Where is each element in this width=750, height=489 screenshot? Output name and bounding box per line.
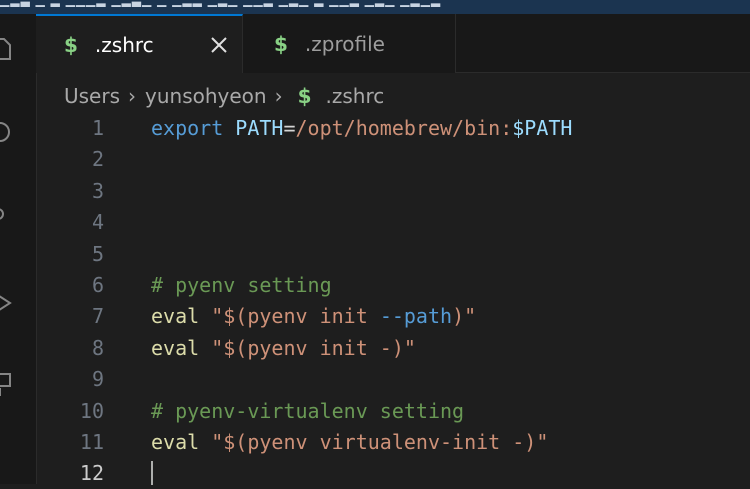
code-text: export PATH=/opt/homebrew/bin:$PATH bbox=[151, 113, 572, 144]
code-line[interactable]: 3 bbox=[36, 176, 750, 207]
breadcrumb-item-user[interactable]: yunsohyeon bbox=[145, 84, 267, 108]
code-line[interactable]: 1 export PATH=/opt/homebrew/bin:$PATH bbox=[36, 113, 750, 144]
code-token-string: -)" bbox=[500, 430, 549, 454]
tab-zshrc[interactable]: $ .zshrc bbox=[36, 14, 243, 73]
code-token-string: -)" bbox=[367, 335, 416, 360]
line-number: 6 bbox=[91, 273, 104, 297]
explorer-icon[interactable] bbox=[0, 36, 14, 62]
source-control-icon[interactable] bbox=[0, 206, 14, 232]
code-text: eval "$(pyenv init --path)" bbox=[151, 301, 476, 332]
code-text: # pyenv-virtualenv setting bbox=[151, 396, 464, 427]
shell-file-icon: $ bbox=[274, 31, 288, 56]
close-icon[interactable] bbox=[210, 36, 228, 54]
code-token-keyword: export bbox=[151, 116, 224, 140]
shell-file-icon: $ bbox=[297, 84, 312, 108]
code-line[interactable]: 9 bbox=[36, 364, 750, 395]
line-number: 2 bbox=[91, 147, 104, 172]
code-line[interactable]: 8 eval "$(pyenv init -)" bbox=[36, 333, 750, 364]
code-line[interactable]: 7 eval "$(pyenv init --path)" bbox=[36, 301, 750, 332]
code-token-string: virtualenv-init bbox=[319, 430, 501, 454]
line-number: 12 bbox=[79, 461, 104, 486]
code-token-string: init bbox=[319, 335, 368, 360]
shell-file-icon: $ bbox=[64, 32, 78, 57]
code-line[interactable]: 10 # pyenv-virtualenv setting bbox=[36, 396, 750, 427]
code-token-command: eval bbox=[151, 335, 200, 360]
code-token-variable: PATH bbox=[235, 116, 284, 140]
tab-zprofile[interactable]: $ .zprofile bbox=[243, 14, 456, 73]
window-top-strip: ▁▂▃ ▁ ▂ ▁▁▁▂ ▁▂▃▁ ▁ ▁▂▂ ▁▂▁ ▁▁▂ ▁▂▁ ▂ ▁▁… bbox=[0, 0, 750, 14]
code-editor[interactable]: 1 export PATH=/opt/homebrew/bin:$PATH 2 3 4 5… bbox=[36, 113, 750, 486]
code-token-string: init bbox=[319, 304, 368, 329]
tab-bar-divider bbox=[456, 72, 750, 73]
code-line[interactable]: 6 # pyenv setting bbox=[36, 270, 750, 301]
code-line[interactable]: 4 bbox=[36, 207, 750, 238]
tab-label: .zprofile bbox=[304, 31, 385, 56]
code-token-variable: $PATH bbox=[512, 116, 573, 140]
code-token-comment: # pyenv-virtualenv setting bbox=[151, 398, 465, 423]
text-cursor bbox=[151, 461, 153, 486]
code-token-comment: # pyenv setting bbox=[151, 273, 332, 297]
activity-bar bbox=[0, 14, 37, 484]
code-token-string: /opt/homebrew/bin: bbox=[295, 116, 513, 140]
line-number: 8 bbox=[91, 335, 104, 360]
run-debug-icon[interactable] bbox=[0, 290, 14, 316]
chevron-right-icon: › bbox=[274, 84, 283, 108]
code-token-command: eval bbox=[151, 304, 200, 329]
line-number: 1 bbox=[91, 116, 104, 140]
breadcrumb-item-file[interactable]: .zshrc bbox=[326, 84, 385, 108]
code-text: # pyenv setting bbox=[151, 270, 332, 301]
line-number: 7 bbox=[91, 304, 104, 329]
editor-tab-bar: $ .zshrc $ .zprofile bbox=[36, 14, 750, 73]
code-token-string: "$(pyenv bbox=[211, 430, 320, 454]
line-number: 11 bbox=[79, 430, 104, 454]
line-number: 10 bbox=[79, 398, 104, 423]
line-number: 9 bbox=[91, 367, 104, 392]
code-text: eval "$(pyenv virtualenv-init -)" bbox=[151, 427, 548, 458]
code-token-string: "$(pyenv bbox=[211, 335, 320, 360]
code-line[interactable]: 12 bbox=[36, 458, 750, 489]
tab-label: .zshrc bbox=[94, 32, 154, 57]
code-token-command: eval bbox=[151, 430, 200, 454]
search-icon[interactable] bbox=[0, 120, 14, 146]
extensions-icon[interactable] bbox=[0, 370, 14, 396]
line-number: 5 bbox=[91, 241, 104, 266]
code-token-flag: --path bbox=[379, 304, 453, 329]
breadcrumb-item-users[interactable]: Users bbox=[64, 84, 120, 108]
line-number: 4 bbox=[91, 210, 104, 235]
breadcrumb: Users › yunsohyeon › $ .zshrc bbox=[64, 81, 384, 111]
code-token-string: "$(pyenv bbox=[211, 304, 320, 329]
code-token-plain: = bbox=[283, 116, 296, 140]
code-line[interactable]: 2 bbox=[36, 144, 750, 175]
code-line[interactable]: 5 bbox=[36, 239, 750, 270]
code-token-string: )" bbox=[452, 304, 477, 329]
line-number: 3 bbox=[91, 178, 104, 203]
code-text: eval "$(pyenv init -)" bbox=[151, 333, 416, 364]
chevron-right-icon: › bbox=[128, 84, 137, 108]
code-line[interactable]: 11 eval "$(pyenv virtualenv-init -)" bbox=[36, 427, 750, 458]
